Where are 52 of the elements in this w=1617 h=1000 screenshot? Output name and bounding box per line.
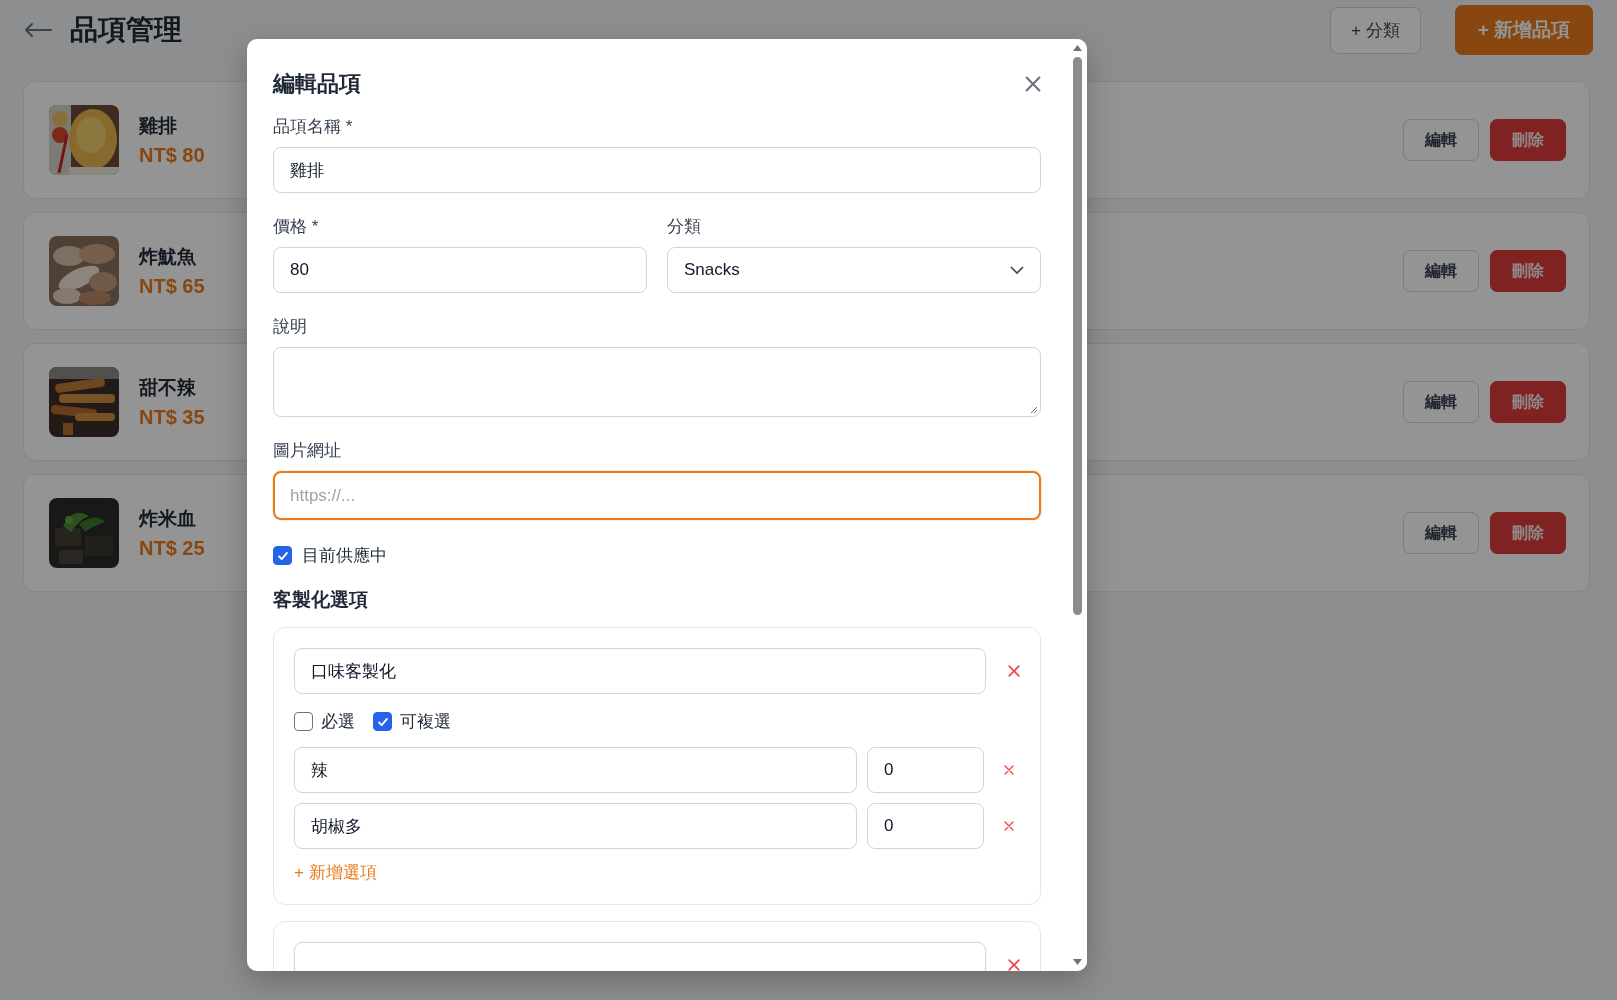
- add-category-button[interactable]: + 分類: [1329, 6, 1421, 54]
- item-name: 甜不辣: [139, 376, 196, 400]
- item-price: NT$ 25: [139, 537, 205, 560]
- checkbox-label: 必選: [321, 711, 355, 733]
- edit-button[interactable]: 編輯: [1403, 381, 1479, 423]
- item-name: 炸米血: [139, 507, 196, 531]
- group-name-input[interactable]: 口味客製化: [294, 648, 986, 694]
- resize-handle-icon[interactable]: [1028, 404, 1038, 414]
- add-option-link[interactable]: + 新增選項: [294, 861, 377, 884]
- remove-icon[interactable]: [1008, 665, 1020, 677]
- section-title: 客製化選項: [273, 588, 369, 612]
- edit-button[interactable]: 編輯: [1403, 119, 1479, 161]
- scroll-up-arrow-icon[interactable]: [1073, 45, 1082, 51]
- item-name: 炸魷魚: [139, 245, 196, 269]
- checkbox-label: 目前供應中: [302, 545, 387, 567]
- edit-button[interactable]: 編輯: [1403, 512, 1479, 554]
- price-input[interactable]: 80: [273, 247, 647, 293]
- option-name-input[interactable]: 辣: [294, 747, 857, 793]
- field-label: 品項名稱 *: [273, 116, 354, 138]
- checkbox[interactable]: [294, 712, 313, 731]
- item-price: NT$ 80: [139, 144, 205, 167]
- remove-icon[interactable]: [1025, 76, 1041, 92]
- option-name-input[interactable]: 胡椒多: [294, 803, 857, 849]
- remove-icon[interactable]: [1008, 959, 1020, 971]
- remove-icon[interactable]: [1004, 765, 1014, 775]
- delete-button[interactable]: 刪除: [1490, 119, 1566, 161]
- option-price-input[interactable]: 0: [867, 747, 984, 793]
- name-input[interactable]: 雞排: [273, 147, 1041, 193]
- checkbox-label: 可複選: [400, 711, 451, 733]
- chevron-down-icon: [1010, 265, 1024, 275]
- scroll-down-arrow-icon[interactable]: [1073, 959, 1082, 965]
- category-select[interactable]: Snacks: [667, 247, 1041, 293]
- edit-button[interactable]: 編輯: [1403, 250, 1479, 292]
- checkbox[interactable]: [273, 546, 292, 565]
- field-label: 說明: [273, 316, 308, 338]
- page-title: 品項管理: [70, 13, 182, 47]
- field-label: 價格 *: [273, 216, 320, 238]
- dialog-title: 編輯品項: [273, 70, 361, 98]
- field-label: 圖片網址: [273, 440, 342, 462]
- item-price: NT$ 65: [139, 275, 205, 298]
- image-url-input[interactable]: https://...: [273, 471, 1041, 520]
- field-label: 分類: [667, 216, 702, 238]
- back-arrow-icon[interactable]: [24, 22, 52, 38]
- item-price: NT$ 35: [139, 406, 205, 429]
- checkbox[interactable]: [373, 712, 392, 731]
- scrollbar[interactable]: [1068, 39, 1087, 971]
- delete-button[interactable]: 刪除: [1490, 381, 1566, 423]
- delete-button[interactable]: 刪除: [1490, 250, 1566, 292]
- delete-button[interactable]: 刪除: [1490, 512, 1566, 554]
- item-name: 雞排: [139, 114, 177, 138]
- option-price-input[interactable]: 0: [867, 803, 984, 849]
- remove-icon[interactable]: [1004, 821, 1014, 831]
